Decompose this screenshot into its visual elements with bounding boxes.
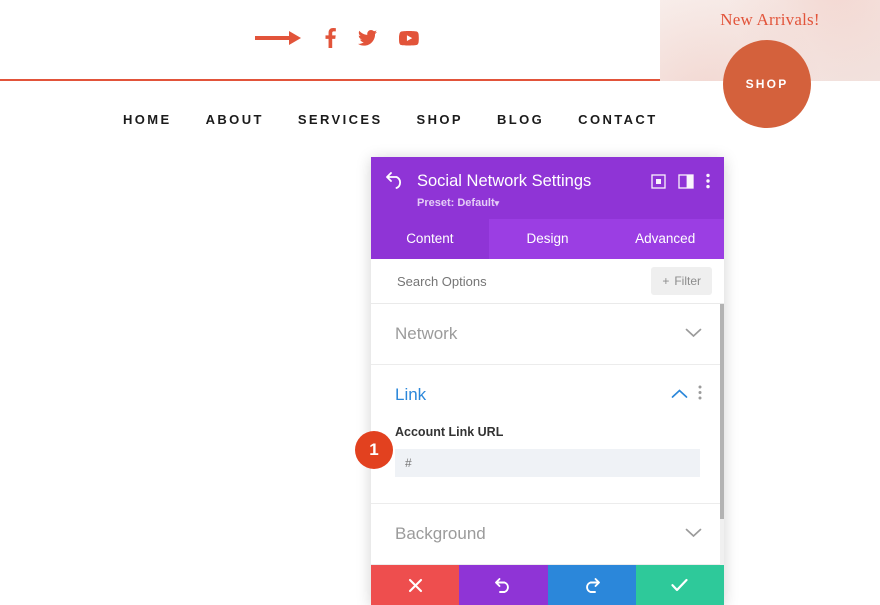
section-link-header[interactable]: Link <box>371 365 724 425</box>
modal-tabs: Content Design Advanced <box>371 219 724 259</box>
promo-text: New Arrivals! <box>720 10 820 29</box>
chevron-down-icon[interactable] <box>685 525 702 543</box>
nav-item-home[interactable]: HOME <box>123 112 172 127</box>
arrow-annotation-icon <box>255 31 303 45</box>
account-link-url-label: Account Link URL <box>395 425 504 439</box>
facebook-icon[interactable] <box>325 28 336 48</box>
scrollbar-track[interactable] <box>720 304 724 565</box>
nav-item-about[interactable]: ABOUT <box>206 112 264 127</box>
back-arrow-icon[interactable] <box>385 171 405 191</box>
preset-label: Preset: Default <box>417 197 495 209</box>
scrollbar-thumb[interactable] <box>720 304 724 519</box>
twitter-icon[interactable] <box>358 30 377 46</box>
settings-scroll-area: Network Link Account Link URL # Backgrou… <box>371 304 724 565</box>
section-background-header[interactable]: Background <box>371 504 724 564</box>
modal-footer <box>371 565 724 605</box>
filter-plus-icon: + <box>662 274 670 288</box>
tab-design[interactable]: Design <box>488 219 607 259</box>
modal-title: Social Network Settings <box>417 171 592 190</box>
section-network-header[interactable]: Network <box>371 304 724 364</box>
save-button[interactable] <box>635 565 724 605</box>
split-view-icon[interactable] <box>678 173 694 189</box>
nav-item-services[interactable]: SERVICES <box>298 112 383 127</box>
nav-items: HOME ABOUT SERVICES SHOP BLOG CONTACT <box>123 112 658 127</box>
section-link-title: Link <box>395 385 427 404</box>
section-network-title: Network <box>395 324 458 343</box>
social-icon-row <box>255 28 419 48</box>
search-row: + Filter <box>371 259 724 304</box>
undo-button[interactable] <box>459 565 548 605</box>
section-background: Background <box>371 504 724 565</box>
section-network: Network <box>371 304 724 365</box>
tab-content[interactable]: Content <box>371 219 489 259</box>
nav-item-shop[interactable]: SHOP <box>417 112 463 127</box>
section-link-options-icon[interactable] <box>698 385 702 405</box>
tab-advanced[interactable]: Advanced <box>606 219 724 259</box>
filter-button[interactable]: + Filter <box>651 267 712 295</box>
nav-item-blog[interactable]: BLOG <box>497 112 544 127</box>
cancel-button[interactable] <box>371 565 460 605</box>
search-input[interactable] <box>395 272 585 290</box>
redo-button[interactable] <box>547 565 636 605</box>
account-link-url-input[interactable] <box>395 449 700 477</box>
more-options-icon[interactable] <box>706 173 710 189</box>
section-background-title: Background <box>395 524 486 543</box>
step-badge-1: 1 <box>355 431 393 469</box>
expand-icon[interactable] <box>651 173 666 189</box>
section-link: Link Account Link URL # <box>371 365 724 504</box>
settings-panel-body: Network Link Account Link URL # Backgrou… <box>371 304 724 565</box>
chevron-up-icon[interactable] <box>671 386 688 404</box>
account-link-url-field: Account Link URL <box>371 425 724 503</box>
chevron-down-icon[interactable] <box>685 325 702 343</box>
preset-selector[interactable]: Preset: Default▾ <box>417 197 710 209</box>
modal-header: Social Network Settings Preset: Default▾ <box>371 157 724 219</box>
youtube-icon[interactable] <box>399 30 419 46</box>
social-network-settings-modal: Social Network Settings Preset: Default▾… <box>371 157 724 605</box>
nav-item-contact[interactable]: CONTACT <box>578 112 657 127</box>
filter-label: Filter <box>674 274 701 288</box>
shop-button[interactable]: SHOP <box>723 40 811 128</box>
preset-caret: ▾ <box>494 198 500 208</box>
